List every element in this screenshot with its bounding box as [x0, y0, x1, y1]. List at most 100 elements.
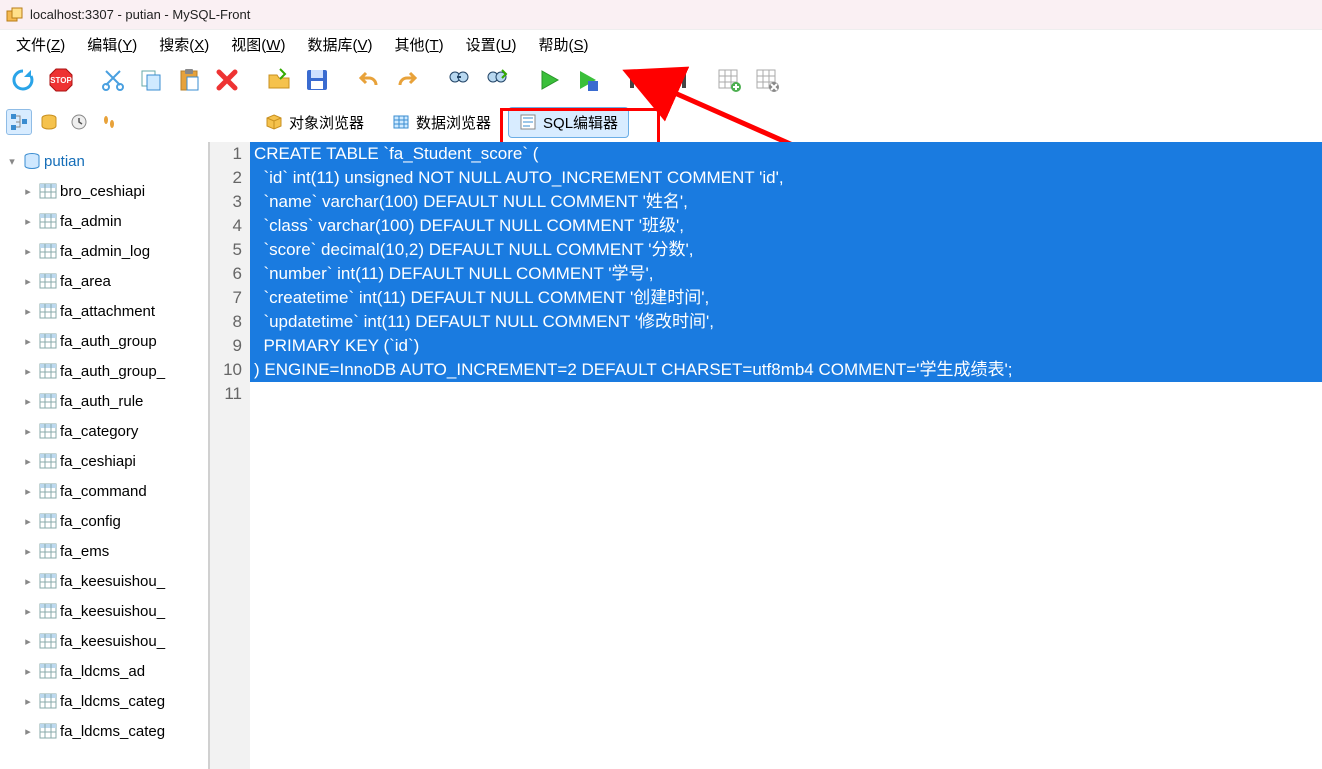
chevron-right-icon[interactable]: ▸	[20, 575, 36, 588]
table-label: fa_keesuishou_	[60, 603, 165, 620]
replace-icon[interactable]	[480, 63, 514, 97]
chevron-right-icon[interactable]: ▸	[20, 455, 36, 468]
chevron-right-icon[interactable]: ▸	[20, 485, 36, 498]
tab-data-browser[interactable]: 数据浏览器	[381, 107, 502, 138]
table-icon	[392, 113, 410, 131]
menu-help[interactable]: 帮助(S)	[531, 31, 597, 58]
run-icon[interactable]	[532, 63, 566, 97]
tree-table-node[interactable]: ▸fa_ldcms_categ	[0, 686, 208, 716]
tree-table-node[interactable]: ▸fa_category	[0, 416, 208, 446]
grid-add-icon[interactable]	[712, 63, 746, 97]
save-icon[interactable]	[300, 63, 334, 97]
tab-sql-editor[interactable]: SQL编辑器	[508, 107, 629, 138]
chevron-right-icon[interactable]: ▸	[20, 275, 36, 288]
undo-icon[interactable]	[352, 63, 386, 97]
sql-code-area[interactable]: CREATE TABLE `fa_Student_score` ( `id` i…	[250, 142, 1322, 769]
tree-table-node[interactable]: ▸ fa_keesuishou_	[0, 596, 208, 626]
code-line[interactable]: `number` int(11) DEFAULT NULL COMMENT '学…	[250, 262, 1322, 286]
chevron-right-icon[interactable]: ▸	[20, 185, 36, 198]
chevron-right-icon[interactable]: ▸	[20, 365, 36, 378]
redo-icon[interactable]	[390, 63, 424, 97]
delete-icon[interactable]	[210, 63, 244, 97]
tree-table-node[interactable]: ▸fa_config	[0, 506, 208, 536]
menu-view[interactable]: 视图(W)	[223, 31, 293, 58]
code-line[interactable]: `name` varchar(100) DEFAULT NULL COMMENT…	[250, 190, 1322, 214]
tree-table-node[interactable]: ▸fa_auth_rule	[0, 386, 208, 416]
chevron-right-icon[interactable]: ▸	[20, 245, 36, 258]
code-line[interactable]: `createtime` int(11) DEFAULT NULL COMMEN…	[250, 286, 1322, 310]
last-icon[interactable]	[660, 63, 694, 97]
copy-icon[interactable]	[134, 63, 168, 97]
cube-icon	[265, 113, 283, 131]
tree-table-node[interactable]: ▸fa_command	[0, 476, 208, 506]
code-line[interactable]: `score` decimal(10,2) DEFAULT NULL COMME…	[250, 238, 1322, 262]
chevron-right-icon[interactable]: ▸	[20, 605, 36, 618]
tree-table-node[interactable]: ▸fa_auth_group_	[0, 356, 208, 386]
tree-table-node[interactable]: ▸fa_admin	[0, 206, 208, 236]
tree-table-node[interactable]: ▸fa_attachment	[0, 296, 208, 326]
stop-icon[interactable]: STOP	[44, 63, 78, 97]
chevron-right-icon[interactable]: ▸	[20, 695, 36, 708]
menu-settings[interactable]: 设置(U)	[458, 31, 525, 58]
chevron-down-icon[interactable]: ▾	[4, 155, 20, 168]
history-icon[interactable]	[66, 109, 92, 135]
tab-label: 对象浏览器	[289, 112, 364, 133]
tree-view-icon[interactable]	[6, 109, 32, 135]
first-icon[interactable]	[622, 63, 656, 97]
chevron-right-icon[interactable]: ▸	[20, 395, 36, 408]
refresh-icon[interactable]	[6, 63, 40, 97]
bookmark-icon[interactable]	[36, 109, 62, 135]
menu-file[interactable]: 文件(Z)	[8, 31, 73, 58]
table-label: fa_keesuishou_	[60, 633, 165, 650]
sql-editor[interactable]: 1234567891011 CREATE TABLE `fa_Student_s…	[210, 142, 1322, 769]
tree-table-node[interactable]: ▸ fa_auth_group	[0, 326, 208, 356]
code-line[interactable]: ) ENGINE=InnoDB AUTO_INCREMENT=2 DEFAULT…	[250, 358, 1322, 382]
code-line[interactable]: `class` varchar(100) DEFAULT NULL COMMEN…	[250, 214, 1322, 238]
chevron-right-icon[interactable]: ▸	[20, 725, 36, 738]
chevron-right-icon[interactable]: ▸	[20, 545, 36, 558]
tree-table-node[interactable]: ▸fa_area	[0, 266, 208, 296]
code-line[interactable]	[250, 382, 1322, 406]
tree-table-node[interactable]: ▸ fa_keesuishou_	[0, 626, 208, 656]
chevron-right-icon[interactable]: ▸	[20, 425, 36, 438]
table-icon	[38, 542, 58, 560]
cut-icon[interactable]	[96, 63, 130, 97]
app-icon	[6, 6, 24, 24]
chevron-right-icon[interactable]: ▸	[20, 335, 36, 348]
tree-table-node[interactable]: ▸fa_ldcms_categ	[0, 716, 208, 746]
tree-table-node[interactable]: ▸fa_ceshiapi	[0, 446, 208, 476]
tree-table-node[interactable]: ▸ fa_ldcms_ad	[0, 656, 208, 686]
open-icon[interactable]	[262, 63, 296, 97]
table-icon	[38, 212, 58, 230]
code-line[interactable]: CREATE TABLE `fa_Student_score` (	[250, 142, 1322, 166]
menu-search[interactable]: 搜索(X)	[151, 31, 217, 58]
find-icon[interactable]	[442, 63, 476, 97]
code-line[interactable]: `updatetime` int(11) DEFAULT NULL COMMEN…	[250, 310, 1322, 334]
table-label: fa_auth_group	[60, 333, 157, 350]
run-selection-icon[interactable]	[570, 63, 604, 97]
chevron-right-icon[interactable]: ▸	[20, 305, 36, 318]
chevron-right-icon[interactable]: ▸	[20, 215, 36, 228]
menu-edit[interactable]: 编辑(Y)	[79, 31, 145, 58]
code-line[interactable]: `id` int(11) unsigned NOT NULL AUTO_INCR…	[250, 166, 1322, 190]
tab-object-browser[interactable]: 对象浏览器	[254, 107, 375, 138]
table-label: fa_admin_log	[60, 243, 150, 260]
table-icon	[38, 332, 58, 350]
tree-table-node[interactable]: ▸ fa_ems	[0, 536, 208, 566]
code-line[interactable]: PRIMARY KEY (`id`)	[250, 334, 1322, 358]
table-label: fa_ems	[60, 543, 109, 560]
grid-remove-icon[interactable]	[750, 63, 784, 97]
menu-database[interactable]: 数据库(V)	[299, 31, 380, 58]
database-tree[interactable]: ▾ putian ▸bro_ceshiapi▸fa_admin▸fa_admin…	[0, 142, 210, 769]
menu-other[interactable]: 其他(T)	[386, 31, 451, 58]
table-label: fa_ldcms_ad	[60, 663, 145, 680]
chevron-right-icon[interactable]: ▸	[20, 635, 36, 648]
chevron-right-icon[interactable]: ▸	[20, 515, 36, 528]
tree-table-node[interactable]: ▸fa_keesuishou_	[0, 566, 208, 596]
tree-table-node[interactable]: ▸ fa_admin_log	[0, 236, 208, 266]
paste-icon[interactable]	[172, 63, 206, 97]
footprints-icon[interactable]	[96, 109, 122, 135]
tree-db-node[interactable]: ▾ putian	[0, 146, 208, 176]
chevron-right-icon[interactable]: ▸	[20, 665, 36, 678]
tree-table-node[interactable]: ▸bro_ceshiapi	[0, 176, 208, 206]
